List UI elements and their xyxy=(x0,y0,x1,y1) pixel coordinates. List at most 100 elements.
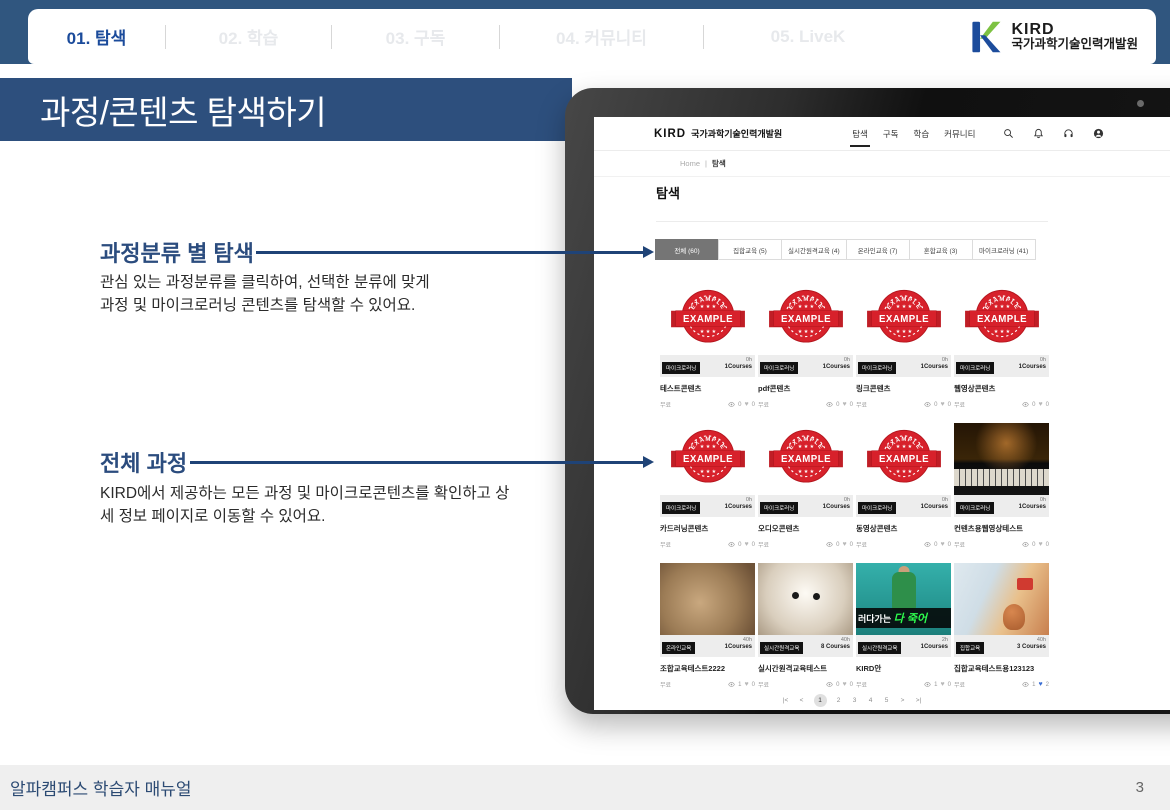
course-title[interactable]: 동영상콘텐츠 xyxy=(856,523,951,534)
view-count: 0 xyxy=(836,682,839,688)
like-count: 0 xyxy=(1046,402,1049,408)
course-thumbnail[interactable]: EXAMPLEEXAMPLE★ ★ ★★ ★ ★EXAMPLE xyxy=(660,283,755,355)
pagination-page-2[interactable]: 2 xyxy=(835,697,843,704)
course-type-badge: 마이크로러닝 xyxy=(662,502,700,514)
course-card-2[interactable]: EXAMPLEEXAMPLE★ ★ ★★ ★ ★EXAMPLE마이크로러닝0h1… xyxy=(758,283,853,409)
heart-icon[interactable]: ♥ xyxy=(941,681,945,688)
headset-icon[interactable] xyxy=(1063,128,1074,139)
site-header-icons xyxy=(1003,128,1104,139)
category-tab-5[interactable]: 혼합교육 (3) xyxy=(909,239,973,260)
heart-icon[interactable]: ♥ xyxy=(745,541,749,548)
course-card-12[interactable]: 집합교육40h3 Courses집합교육테스트용123123무료1♥2 xyxy=(954,563,1049,689)
course-title[interactable]: 컨텐츠용웹영상테스트 xyxy=(954,523,1049,534)
pagination-page-1[interactable]: 1 xyxy=(814,694,827,707)
views-icon xyxy=(826,541,833,548)
slide-tab-3[interactable]: 03. 구독 xyxy=(332,24,499,49)
profile-icon[interactable] xyxy=(1093,128,1104,139)
course-title[interactable]: 실시간원격교육테스트 xyxy=(758,663,853,674)
course-meta: 마이크로러닝0h1Courses xyxy=(954,355,1049,377)
course-title[interactable]: 웹영상콘텐츠 xyxy=(954,383,1049,394)
slide-tab-2[interactable]: 02. 학습 xyxy=(166,24,331,49)
course-title[interactable]: KIRD안 xyxy=(856,663,951,674)
pagination-page-4[interactable]: 4 xyxy=(867,697,875,704)
pagination-first[interactable]: |< xyxy=(782,697,790,704)
heart-icon[interactable]: ♥ xyxy=(941,541,945,548)
pagination-last[interactable]: >| xyxy=(915,697,923,704)
course-thumbnail[interactable]: EXAMPLEEXAMPLE★ ★ ★★ ★ ★EXAMPLE xyxy=(954,283,1049,355)
course-title[interactable]: pdf콘텐츠 xyxy=(758,383,853,394)
course-card-8[interactable]: 마이크로러닝0h1Courses컨텐츠용웹영상테스트무료0♥0 xyxy=(954,423,1049,549)
course-title[interactable]: 조합교육테스트2222 xyxy=(660,663,755,674)
course-card-11[interactable]: 러다가는 다 죽어실시간원격교육2h1CoursesKIRD안무료1♥0 xyxy=(856,563,951,689)
course-title[interactable]: 테스트콘텐츠 xyxy=(660,383,755,394)
slide-topbar: 01. 탐색02. 학습03. 구독04. 커뮤니티05. LiveK KIRD… xyxy=(0,0,1170,64)
course-thumbnail[interactable] xyxy=(954,563,1049,635)
heart-icon[interactable]: ♥ xyxy=(843,541,847,548)
course-type-badge: 실시간원격교육 xyxy=(760,642,803,654)
heart-icon[interactable]: ♥ xyxy=(1039,681,1043,688)
course-card-3[interactable]: EXAMPLEEXAMPLE★ ★ ★★ ★ ★EXAMPLE마이크로러닝0h1… xyxy=(856,283,951,409)
course-thumbnail[interactable] xyxy=(758,563,853,635)
heart-icon[interactable]: ♥ xyxy=(745,681,749,688)
like-count: 0 xyxy=(948,542,951,548)
course-price: 무료 xyxy=(954,680,965,689)
course-card-5[interactable]: EXAMPLEEXAMPLE★ ★ ★★ ★ ★EXAMPLE마이크로러닝0h1… xyxy=(660,423,755,549)
course-thumbnail[interactable]: EXAMPLEEXAMPLE★ ★ ★★ ★ ★EXAMPLE xyxy=(856,423,951,495)
course-card-4[interactable]: EXAMPLEEXAMPLE★ ★ ★★ ★ ★EXAMPLE마이크로러닝0h1… xyxy=(954,283,1049,409)
category-tab-3[interactable]: 실시간원격교육 (4) xyxy=(781,239,847,260)
course-card-6[interactable]: EXAMPLEEXAMPLE★ ★ ★★ ★ ★EXAMPLE마이크로러닝0h1… xyxy=(758,423,853,549)
heart-icon[interactable]: ♥ xyxy=(843,681,847,688)
annotation-heading-category: 과정분류 별 탐색 xyxy=(100,236,254,268)
view-count: 0 xyxy=(934,402,937,408)
like-count: 0 xyxy=(1046,542,1049,548)
course-thumbnail[interactable] xyxy=(660,563,755,635)
site-nav-구독[interactable]: 구독 xyxy=(883,128,899,140)
course-thumbnail[interactable]: EXAMPLEEXAMPLE★ ★ ★★ ★ ★EXAMPLE xyxy=(660,423,755,495)
search-icon[interactable] xyxy=(1003,128,1014,139)
svg-text:EXAMPLE: EXAMPLE xyxy=(780,314,830,325)
course-price: 무료 xyxy=(660,540,671,549)
svg-text:★ ★ ★: ★ ★ ★ xyxy=(895,469,912,475)
category-tab-2[interactable]: 집합교육 (5) xyxy=(718,239,782,260)
slide-tab-1[interactable]: 01. 탐색 xyxy=(28,24,165,49)
course-thumbnail[interactable]: EXAMPLEEXAMPLE★ ★ ★★ ★ ★EXAMPLE xyxy=(758,423,853,495)
heart-icon[interactable]: ♥ xyxy=(843,401,847,408)
course-thumbnail[interactable]: 러다가는 다 죽어 xyxy=(856,563,951,635)
like-count: 0 xyxy=(850,542,853,548)
breadcrumb-home[interactable]: Home xyxy=(680,159,700,168)
category-tab-6[interactable]: 마이크로러닝 (41) xyxy=(972,239,1036,260)
course-title[interactable]: 오디오콘텐츠 xyxy=(758,523,853,534)
site-logo[interactable]: KIRD 국가과학기술인력개발원 xyxy=(654,127,782,140)
site-nav-커뮤니티[interactable]: 커뮤니티 xyxy=(944,128,975,140)
course-title[interactable]: 카드러닝콘텐츠 xyxy=(660,523,755,534)
course-card-10[interactable]: 실시간원격교육40h8 Courses실시간원격교육테스트무료0♥0 xyxy=(758,563,853,689)
pagination-prev[interactable]: < xyxy=(798,697,806,704)
like-count: 0 xyxy=(752,682,755,688)
slide-tab-5[interactable]: 05. LiveK xyxy=(704,27,912,47)
heart-icon[interactable]: ♥ xyxy=(1039,401,1043,408)
heart-icon[interactable]: ♥ xyxy=(941,401,945,408)
course-card-9[interactable]: 온라인교육40h1Courses조합교육테스트2222무료1♥0 xyxy=(660,563,755,689)
bell-icon[interactable] xyxy=(1033,128,1044,139)
category-tab-4[interactable]: 온라인교육 (7) xyxy=(846,239,910,260)
course-title[interactable]: 집합교육테스트용123123 xyxy=(954,663,1049,674)
heart-icon[interactable]: ♥ xyxy=(745,401,749,408)
course-stats: 무료0♥0 xyxy=(758,540,853,549)
course-thumbnail[interactable]: EXAMPLEEXAMPLE★ ★ ★★ ★ ★EXAMPLE xyxy=(856,283,951,355)
pagination-page-5[interactable]: 5 xyxy=(883,697,891,704)
course-thumbnail[interactable] xyxy=(954,423,1049,495)
heart-icon[interactable]: ♥ xyxy=(1039,541,1043,548)
like-count: 0 xyxy=(752,402,755,408)
course-card-1[interactable]: EXAMPLEEXAMPLE★ ★ ★★ ★ ★EXAMPLE마이크로러닝0h1… xyxy=(660,283,755,409)
course-thumbnail[interactable]: EXAMPLEEXAMPLE★ ★ ★★ ★ ★EXAMPLE xyxy=(758,283,853,355)
category-tab-1[interactable]: 전체 (60) xyxy=(655,239,719,260)
site-nav-학습[interactable]: 학습 xyxy=(914,128,930,140)
course-grid: EXAMPLEEXAMPLE★ ★ ★★ ★ ★EXAMPLE마이크로러닝0h1… xyxy=(660,283,1052,689)
site-nav-탐색[interactable]: 탐색 xyxy=(852,128,868,140)
course-card-7[interactable]: EXAMPLEEXAMPLE★ ★ ★★ ★ ★EXAMPLE마이크로러닝0h1… xyxy=(856,423,951,549)
example-ribbon-badge: EXAMPLEEXAMPLE★ ★ ★★ ★ ★EXAMPLE xyxy=(866,423,942,495)
pagination-next[interactable]: > xyxy=(899,697,907,704)
pagination-page-3[interactable]: 3 xyxy=(851,697,859,704)
slide-tab-4[interactable]: 04. 커뮤니티 xyxy=(500,24,703,49)
course-title[interactable]: 링크콘텐츠 xyxy=(856,383,951,394)
